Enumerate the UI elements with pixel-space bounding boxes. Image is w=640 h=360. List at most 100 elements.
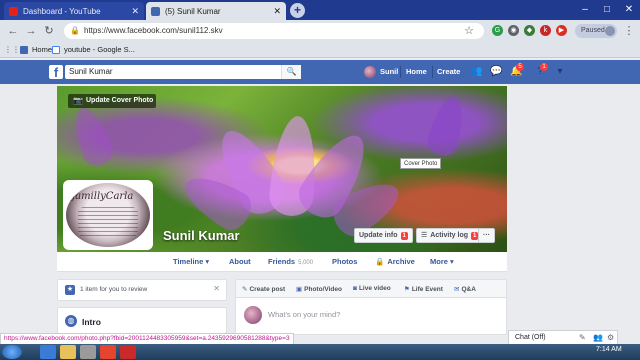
avatar: [605, 26, 615, 36]
divider: [432, 66, 433, 78]
pencil-icon: ✎: [242, 286, 248, 293]
new-tab-button[interactable]: +: [290, 3, 305, 18]
composer-tabs: ✎ Create post ▣ Photo/Video ◙ Live video ⚑ L…: [236, 280, 506, 298]
close-tab-icon[interactable]: ✕: [273, 6, 281, 17]
search-value: Sunil Kumar: [69, 67, 113, 76]
review-text: 1 item for you to review: [80, 286, 148, 293]
messenger-icon[interactable]: 💬: [490, 66, 502, 78]
intro-card: ◍ Intro: [57, 307, 227, 334]
tab-label: Live video: [358, 285, 391, 292]
star-icon: ★: [65, 285, 75, 295]
extension-icon[interactable]: ▶: [556, 25, 567, 36]
tab-friends[interactable]: Friends 5,000: [268, 257, 313, 266]
facebook-icon: [20, 45, 28, 54]
status-input[interactable]: What's on your mind?: [268, 310, 340, 319]
tab-label: Q&A: [461, 286, 476, 293]
ie-icon[interactable]: [40, 345, 56, 359]
bookmark-label: Home: [32, 45, 53, 54]
post-composer: ✎ Create post ▣ Photo/Video ◙ Live video ⚑ L…: [235, 279, 507, 335]
tab-life-event[interactable]: ⚑ Life Event: [404, 285, 443, 293]
extension-icon[interactable]: k: [540, 25, 551, 36]
update-cover-label: Update Cover Photo: [86, 97, 154, 104]
tab-archive[interactable]: 🔒 Archive: [375, 257, 415, 266]
tab-qa[interactable]: ✉ Q&A: [454, 285, 476, 293]
profile-status: Paused: [581, 27, 605, 34]
update-info-badge: 1: [400, 231, 408, 240]
profile-button[interactable]: Paused: [575, 24, 617, 38]
contacts-icon[interactable]: 👥: [593, 331, 603, 345]
flag-icon: ⚑: [404, 286, 410, 293]
tab-facebook-profile[interactable]: (5) Sunil Kumar ✕: [146, 2, 286, 20]
friend-requests-icon[interactable]: 👥: [470, 66, 482, 78]
tab-youtube-dashboard[interactable]: Dashboard - YouTube ✕: [4, 2, 144, 20]
update-cover-photo-button[interactable]: 📷 Update Cover Photo: [68, 94, 156, 108]
close-tab-icon[interactable]: ✕: [131, 6, 139, 17]
intro-title: Intro: [82, 317, 101, 327]
cover-photo-tooltip: Cover Photo: [400, 158, 442, 169]
address-bar[interactable]: 🔒 https://www.facebook.com/sunil112.skv: [64, 23, 484, 39]
bookmark-home[interactable]: Home: [20, 45, 52, 54]
lock-icon: 🔒: [375, 257, 385, 266]
profile-picture[interactable]: jamillyCarla: [63, 180, 153, 250]
close-icon[interactable]: ✕: [213, 284, 220, 293]
minimize-button[interactable]: –: [574, 0, 596, 20]
profile-link[interactable]: Sunil: [380, 67, 398, 76]
tab-more[interactable]: More ▾: [430, 257, 454, 266]
tab-about[interactable]: About: [229, 257, 251, 266]
youtube-icon: [9, 6, 18, 16]
friends-count: 5,000: [298, 260, 314, 266]
create-link[interactable]: Create: [437, 67, 460, 76]
update-info-label: Update info: [359, 232, 398, 239]
update-info-button[interactable]: Update info 1: [354, 228, 413, 243]
tab-photo-video[interactable]: ▣ Photo/Video: [296, 285, 342, 293]
avatar: [244, 306, 262, 324]
back-icon[interactable]: ←: [6, 24, 20, 38]
tab-live-video[interactable]: ◙ Live video: [353, 285, 391, 292]
more-options-button[interactable]: ···: [478, 228, 495, 243]
app-icon[interactable]: [120, 345, 136, 359]
new-message-icon[interactable]: ✎: [579, 331, 586, 345]
gear-icon[interactable]: ⚙: [607, 331, 614, 345]
forward-icon[interactable]: →: [24, 24, 38, 38]
tab-strip: Dashboard - YouTube ✕ (5) Sunil Kumar ✕ …: [0, 0, 640, 20]
taskbar-clock[interactable]: 7:14 AM: [596, 346, 622, 353]
search-input[interactable]: Sunil Kumar 🔍: [65, 65, 301, 79]
chrome-icon[interactable]: [100, 345, 116, 359]
activity-log-label: Activity log: [430, 232, 469, 239]
menu-icon[interactable]: ⋮: [622, 24, 636, 38]
account-menu-icon[interactable]: ▾: [554, 66, 566, 78]
avatar[interactable]: [364, 66, 376, 78]
tab-archive-label: Archive: [387, 257, 415, 266]
facebook-logo-icon[interactable]: f: [49, 65, 63, 80]
media-icon[interactable]: [80, 345, 96, 359]
extension-icon[interactable]: ◆: [524, 25, 535, 36]
search-icon[interactable]: 🔍: [281, 65, 301, 79]
review-notice[interactable]: ★ 1 item for you to review ✕: [57, 279, 227, 301]
folder-icon[interactable]: [60, 345, 76, 359]
reload-icon[interactable]: ↻: [42, 24, 56, 38]
camera-icon: 📷: [73, 96, 83, 105]
camera-extension-icon[interactable]: ◉: [508, 25, 519, 36]
maximize-button[interactable]: □: [596, 0, 618, 20]
tab-create-post[interactable]: ✎ Create post: [242, 285, 285, 293]
tab-friends-label: Friends: [268, 257, 296, 266]
activity-log-button[interactable]: ☰ Activity log 1: [416, 228, 484, 243]
close-window-button[interactable]: ✕: [618, 0, 640, 20]
profile-tabs: Timeline ▾ About Friends 5,000 Photos 🔒 Ar…: [57, 252, 507, 272]
extension-icon[interactable]: G: [492, 25, 503, 36]
lock-icon: 🔒: [70, 26, 80, 35]
apps-icon[interactable]: ⋮⋮: [4, 43, 20, 57]
bookmark-star-icon[interactable]: ☆: [462, 24, 476, 38]
chat-icon: ✉: [454, 286, 460, 293]
bookmarks-bar: ⋮⋮ Home youtube - Google S...: [0, 42, 640, 58]
tab-label: Photo/Video: [304, 286, 342, 293]
home-link[interactable]: Home: [406, 67, 427, 76]
tab-title: (5) Sunil Kumar: [165, 6, 221, 16]
tab-photos[interactable]: Photos: [332, 257, 357, 266]
start-button-icon[interactable]: [2, 345, 22, 359]
bookmark-youtube-search[interactable]: youtube - Google S...: [52, 45, 135, 54]
tab-timeline[interactable]: Timeline ▾: [173, 257, 209, 266]
profile-name[interactable]: Sunil Kumar: [163, 228, 240, 243]
profile-picture-image: jamillyCarla: [66, 183, 150, 247]
globe-icon: ◍: [65, 315, 77, 327]
